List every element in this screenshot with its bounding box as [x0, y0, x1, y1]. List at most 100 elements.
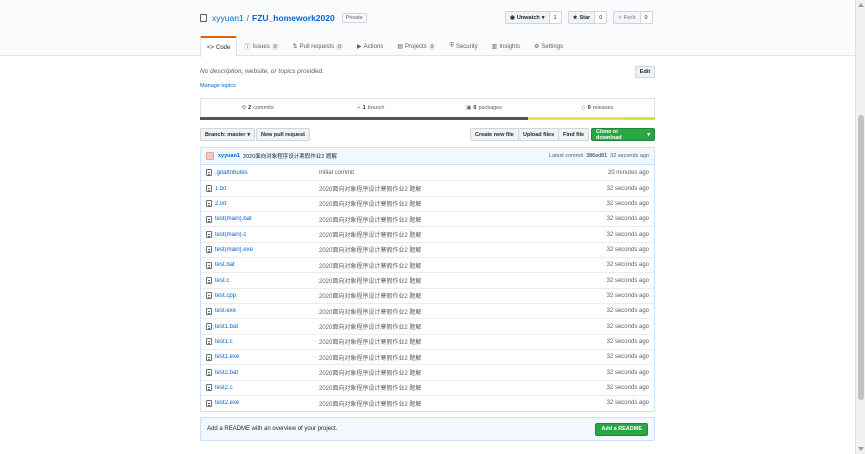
branches-link[interactable]: ⑂ 1 branch: [314, 99, 427, 117]
tab-security[interactable]: ⛨ Security: [442, 36, 484, 56]
file-commit-message[interactable]: 2020面向对象程序设计寒假作业2 题解: [319, 399, 607, 408]
unwatch-button[interactable]: ◉ Unwatch ▾: [505, 11, 550, 24]
project-icon: ▤: [397, 44, 403, 50]
file-age: 20 minutes ago: [607, 169, 649, 176]
file-commit-message[interactable]: 2020面向对象程序设计寒假作业2 题解: [319, 276, 607, 285]
file-commit-message[interactable]: Initial commit: [319, 170, 608, 176]
file-name-link[interactable]: test.bat: [215, 262, 319, 268]
file-name-link[interactable]: test1.c: [215, 339, 319, 345]
tab-label: Code: [216, 44, 231, 51]
file-name-link[interactable]: test(main).bat: [215, 216, 319, 222]
tab-label: Settings: [541, 43, 564, 50]
tab-insights[interactable]: ▥ Insights: [485, 36, 527, 56]
file-commit-message[interactable]: 2020面向对象程序设计寒假作业2 题解: [319, 261, 607, 270]
file-name-link[interactable]: 2.txt: [215, 201, 319, 207]
file-icon: [206, 185, 212, 193]
file-name-link[interactable]: test2.bat: [215, 370, 319, 376]
scroll-up-arrow-icon[interactable]: [858, 3, 864, 7]
file-name-link[interactable]: test.c: [215, 278, 319, 284]
file-commit-message[interactable]: 2020面向对象程序设计寒假作业2 题解: [319, 291, 607, 300]
file-row: test.c 2020面向对象程序设计寒假作业2 题解 32 seconds ago: [201, 272, 654, 287]
file-commit-message[interactable]: 2020面向对象程序设计寒假作业2 题解: [319, 322, 607, 331]
star-button[interactable]: ★ Star: [567, 11, 596, 24]
file-age: 32 seconds ago: [606, 185, 649, 192]
repo-name-link[interactable]: FZU_homework2020: [252, 13, 335, 23]
file-age: 32 seconds ago: [606, 292, 649, 299]
tab-code[interactable]: <> Code: [200, 36, 238, 57]
file-name-link[interactable]: test.cpp: [215, 293, 319, 299]
tab-count: 0: [336, 43, 343, 50]
file-name-link[interactable]: 1.txt: [215, 186, 319, 192]
commit-meta: Latest commit 386ed81 32 seconds ago: [549, 153, 649, 159]
watch-count[interactable]: 1: [549, 11, 562, 24]
file-icon: [206, 369, 212, 377]
file-commit-message[interactable]: 2020面向对象程序设计寒假作业2 题解: [319, 215, 607, 224]
tab-issues[interactable]: ⓘ Issues 0: [237, 36, 285, 56]
file-name-link[interactable]: test1.bat: [215, 324, 319, 330]
repo-owner-link[interactable]: xyyuan1: [212, 13, 244, 23]
branch-select-button[interactable]: Branch: master ▾: [200, 128, 256, 141]
file-name-link[interactable]: test(main).c: [215, 232, 319, 238]
history-icon: ⟲: [241, 105, 247, 111]
file-row: 2.txt 2020面向对象程序设计寒假作业2 题解 32 seconds ago: [201, 195, 654, 211]
file-commit-message[interactable]: 2020面向对象程序设计寒假作业2 题解: [319, 383, 607, 392]
upload-files-button[interactable]: Upload files: [518, 128, 560, 141]
create-file-button[interactable]: Create new file: [470, 128, 519, 141]
file-commit-message[interactable]: 2020面向对象程序设计寒假作业2 题解: [319, 184, 607, 193]
file-name-link[interactable]: test2.c: [215, 385, 319, 391]
file-commit-message[interactable]: 2020面向对象程序设计寒假作业2 题解: [319, 368, 607, 377]
file-name-link[interactable]: .gitattributes: [215, 170, 319, 176]
tab-projects[interactable]: ▤ Projects 0: [390, 36, 442, 56]
releases-count: 0: [587, 105, 591, 111]
tab-actions[interactable]: ▶ Actions: [350, 36, 390, 56]
tab-pull-requests[interactable]: ⇅ Pull requests 0: [286, 36, 351, 56]
file-row: test(main).c 2020面向对象程序设计寒假作业2 题解 32 secon…: [201, 226, 654, 241]
file-name-link[interactable]: test.exe: [215, 308, 319, 314]
gear-icon: ⚙: [534, 44, 540, 50]
star-count[interactable]: 0: [595, 11, 608, 24]
releases-link[interactable]: ◇ 0 releases: [541, 99, 654, 117]
fork-count[interactable]: 0: [640, 11, 653, 24]
file-icon: [206, 338, 212, 346]
new-pull-request-button[interactable]: New pull request: [256, 128, 311, 141]
file-icon: [206, 399, 212, 407]
manage-topics-link[interactable]: Manage topics: [200, 83, 236, 89]
file-row: test2.bat 2020面向对象程序设计寒假作业2 题解 32 seconds …: [201, 364, 654, 379]
file-row: test(main).bat 2020面向对象程序设计寒假作业2 题解 32 sec…: [201, 211, 654, 226]
file-icon: [206, 169, 212, 177]
file-name-link[interactable]: test1.exe: [215, 354, 319, 360]
file-commit-message[interactable]: 2020面向对象程序设计寒假作业2 题解: [319, 245, 607, 254]
file-table: .gitattributes Initial commit 20 minutes a…: [200, 165, 655, 412]
file-commit-message[interactable]: 2020面向对象程序设计寒假作业2 题解: [319, 199, 607, 208]
file-row: 1.txt 2020面向对象程序设计寒假作业2 题解 32 seconds ago: [201, 180, 654, 195]
commit-age: 32 seconds ago: [610, 153, 649, 159]
repo-actions: ◉ Unwatch ▾ 1 ★ Star 0 ⑂ Fork 0: [505, 11, 653, 24]
file-commit-message[interactable]: 2020面向对象程序设计寒假作业2 题解: [319, 230, 607, 239]
add-readme-button[interactable]: Add a README: [595, 422, 648, 436]
packages-label: packages: [478, 105, 503, 111]
commit-message[interactable]: 2020面向对象程序设计寒假作业2 题解: [243, 152, 337, 160]
edit-button[interactable]: Edit: [635, 66, 655, 78]
file-name-link[interactable]: test2.exe: [215, 400, 319, 406]
file-commit-message[interactable]: 2020面向对象程序设计寒假作业2 题解: [319, 307, 607, 316]
scroll-down-arrow-icon[interactable]: [858, 447, 864, 451]
file-commit-message[interactable]: 2020面向对象程序设计寒假作业2 题解: [319, 337, 607, 346]
commit-sha[interactable]: 386ed81: [586, 153, 607, 159]
page-scrollbar[interactable]: [855, 0, 865, 454]
chevron-down-icon: ▾: [647, 131, 650, 138]
language-bar[interactable]: [200, 117, 655, 120]
file-commit-message[interactable]: 2020面向对象程序设计寒假作业2 题解: [319, 353, 607, 362]
commits-link[interactable]: ⟲ 2 commits: [201, 99, 314, 117]
avatar[interactable]: [206, 152, 214, 160]
commit-author[interactable]: xyyuan1: [218, 153, 240, 159]
fork-button[interactable]: ⑂ Fork: [613, 11, 641, 24]
find-file-button[interactable]: Find file: [558, 128, 590, 141]
file-icon: [206, 353, 212, 361]
repo-title: xyyuan1 / FZU_homework2020 Private: [200, 13, 367, 23]
file-name-link[interactable]: test(main).exe: [215, 247, 319, 253]
packages-link[interactable]: ▣ 0 packages: [428, 99, 541, 117]
scroll-thumb[interactable]: [858, 115, 864, 400]
readme-text: Add a README with an overview of your pr…: [207, 426, 338, 432]
clone-download-button[interactable]: Clone or download ▾: [591, 128, 655, 141]
tab-settings[interactable]: ⚙ Settings: [527, 36, 570, 56]
